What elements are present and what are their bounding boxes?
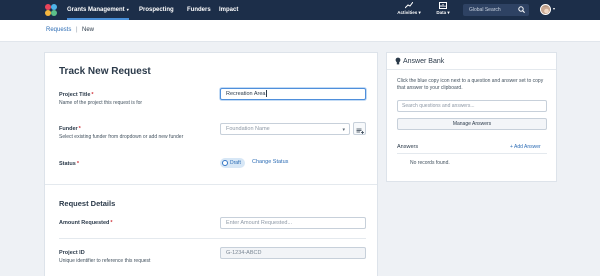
answer-bank-title: Answer Bank: [403, 58, 445, 65]
nav-funders[interactable]: Funders: [187, 0, 211, 20]
section-divider: [45, 184, 377, 185]
amount-requested-label: Amount Requested*: [59, 220, 113, 226]
answers-divider: [397, 153, 547, 154]
project-title-label-text: Project Title: [59, 92, 91, 98]
funder-label: Funder*: [59, 126, 81, 132]
project-id-label: Project ID: [59, 250, 85, 256]
nav-grants-label: Grants Management: [67, 7, 125, 13]
breadcrumb-new: New: [82, 27, 95, 33]
amount-requested-label-text: Amount Requested: [59, 220, 110, 226]
project-title-input[interactable]: Recreation Area: [220, 88, 366, 100]
logo-icon[interactable]: [44, 3, 58, 17]
text-cursor: [266, 90, 267, 98]
chart-icon: [405, 2, 413, 9]
top-nav: Grants Management ▾ Prospecting Funders I…: [0, 0, 600, 20]
breadcrumb: Requests | New: [0, 20, 600, 42]
answer-search-input[interactable]: Search questions and answers...: [397, 100, 547, 112]
report-icon: [439, 2, 447, 9]
answer-bank-panel: Answer Bank Click the blue copy icon nex…: [386, 52, 557, 182]
nav-prospecting[interactable]: Prospecting: [139, 0, 174, 20]
funder-placeholder: Foundation Name: [226, 126, 270, 132]
add-funder-button[interactable]: [353, 122, 366, 135]
nav-activities-label: Activities: [397, 10, 418, 15]
global-search-placeholder: Global Search: [469, 7, 501, 13]
chevron-down-icon: ▾: [418, 10, 421, 15]
project-id-input: G-1234-ABCD: [220, 247, 366, 259]
manage-answers-button[interactable]: Manage Answers: [397, 118, 547, 130]
project-title-value: Recreation Area: [226, 91, 266, 97]
required-marker: *: [76, 161, 79, 167]
funder-select[interactable]: Foundation Name ▾: [220, 123, 350, 135]
no-records-text: No records found.: [410, 160, 450, 166]
avatar-image: [541, 7, 550, 14]
answer-bank-header: Answer Bank: [387, 53, 556, 70]
field-divider: [59, 238, 366, 239]
nav-data-label: Data: [436, 10, 447, 15]
status-label-text: Status: [59, 161, 76, 167]
status-value: Draft: [230, 160, 241, 166]
page-title: Track New Request: [59, 66, 151, 77]
add-funder-icon: [356, 128, 364, 134]
answer-bank-description: Click the blue copy icon next to a quest…: [397, 78, 544, 91]
change-status-link[interactable]: Change Status: [252, 159, 288, 165]
search-icon[interactable]: [518, 6, 525, 13]
funder-label-text: Funder: [59, 126, 78, 132]
nav-grants-management[interactable]: Grants Management ▾: [67, 0, 129, 20]
project-title-help: Name of the project this request is for: [59, 100, 143, 106]
dropdown-icon: ▾: [342, 127, 345, 133]
status-badge: Draft: [220, 158, 245, 168]
nav-data[interactable]: Data ▾: [433, 2, 453, 19]
required-marker: *: [110, 220, 113, 226]
bulb-icon: [395, 57, 401, 65]
avatar[interactable]: [540, 4, 551, 15]
required-marker: *: [91, 92, 94, 98]
chevron-down-icon: ▾: [126, 7, 129, 12]
chevron-down-icon: ▾: [447, 10, 450, 15]
request-details-heading: Request Details: [59, 199, 116, 208]
project-title-label: Project Title*: [59, 92, 94, 98]
project-id-help: Unique identifier to reference this requ…: [59, 258, 151, 264]
status-dot-icon: [222, 160, 228, 166]
required-marker: *: [78, 126, 81, 132]
chevron-down-icon[interactable]: ▾: [553, 6, 555, 11]
status-label: Status*: [59, 161, 79, 167]
breadcrumb-requests[interactable]: Requests: [46, 27, 71, 33]
global-search-input[interactable]: Global Search: [463, 4, 529, 16]
nav-impact[interactable]: Impact: [219, 0, 238, 20]
answers-label: Answers: [397, 144, 419, 150]
breadcrumb-separator: |: [76, 27, 78, 33]
nav-activities[interactable]: Activities ▾: [395, 2, 423, 19]
track-request-card: Track New Request Project Title* Name of…: [44, 52, 378, 276]
amount-requested-input[interactable]: Enter Amount Requested...: [220, 217, 366, 229]
funder-help: Select existing funder from dropdown or …: [59, 134, 184, 140]
add-answer-link[interactable]: + Add Answer: [510, 144, 541, 150]
